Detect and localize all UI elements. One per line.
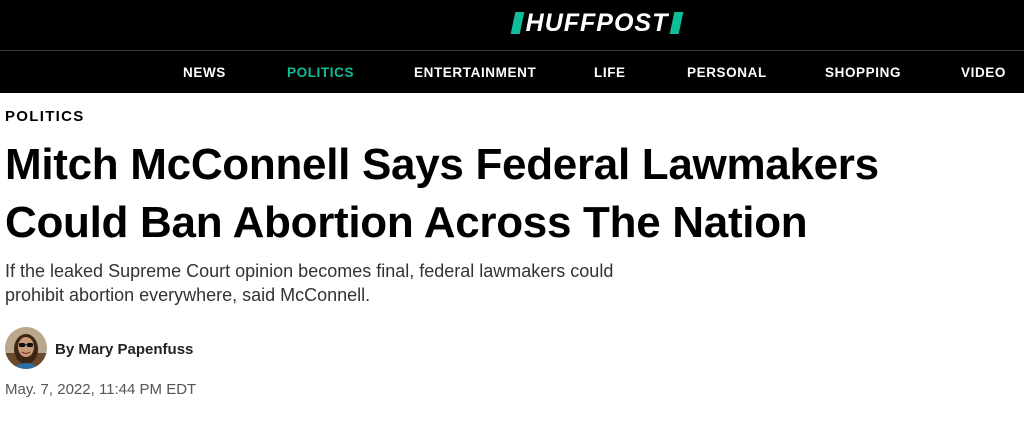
- author-avatar[interactable]: [5, 327, 47, 369]
- huffpost-logo[interactable]: HUFFPOST: [510, 8, 684, 38]
- nav-item-politics[interactable]: POLITICS: [287, 65, 354, 80]
- logo-text: HUFFPOST: [525, 8, 669, 37]
- site-header: HUFFPOST NEWS POLITICS ENTERTAINMENT LIF…: [0, 0, 1024, 93]
- publish-timestamp: May. 7, 2022, 11:44 PM EDT: [5, 381, 197, 398]
- dek-line-2: prohibit abortion everywhere, said McCon…: [5, 285, 371, 305]
- headline-line-2: Could Ban Abortion Across The Nation: [5, 198, 808, 247]
- logo-wrapper: HUFFPOST: [0, 8, 1024, 38]
- nav-item-personal[interactable]: PERSONAL: [687, 65, 767, 80]
- headline-line-1: Mitch McConnell Says Federal Lawmakers: [5, 140, 879, 189]
- nav-item-life[interactable]: LIFE: [594, 65, 626, 80]
- article-headline: Mitch McConnell Says Federal Lawmakers C…: [5, 136, 1005, 252]
- main-nav: NEWS POLITICS ENTERTAINMENT LIFE PERSONA…: [0, 51, 1024, 93]
- section-label[interactable]: POLITICS: [5, 108, 85, 125]
- author-photo-icon: [5, 327, 47, 369]
- nav-item-news[interactable]: NEWS: [183, 65, 226, 80]
- article-dek: If the leaked Supreme Court opinion beco…: [5, 259, 765, 307]
- dek-line-1: If the leaked Supreme Court opinion beco…: [5, 261, 614, 281]
- logo-left-bar: [510, 12, 524, 34]
- nav-item-shopping[interactable]: SHOPPING: [825, 65, 901, 80]
- nav-item-video[interactable]: VIDEO: [961, 65, 1006, 80]
- author-byline[interactable]: By Mary Papenfuss: [55, 341, 193, 358]
- logo-right-bar: [670, 12, 684, 34]
- nav-item-entertainment[interactable]: ENTERTAINMENT: [414, 65, 536, 80]
